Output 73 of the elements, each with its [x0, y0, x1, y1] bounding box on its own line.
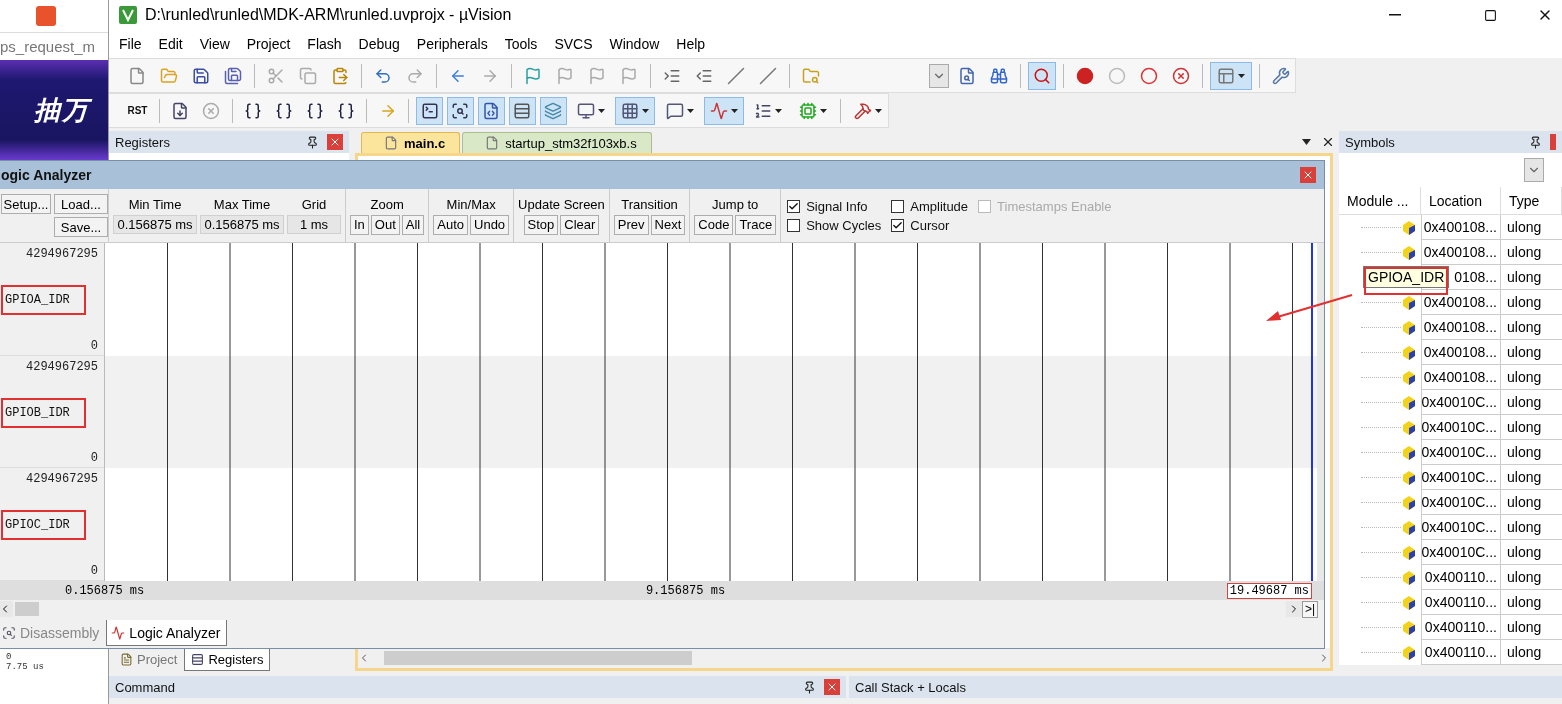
- max-value: 4294967295: [26, 359, 98, 374]
- checkbox-option[interactable]: Cursor: [891, 217, 969, 233]
- readout-label: Grid: [301, 197, 327, 212]
- signal-name[interactable]: GPIOB_IDR: [1, 397, 86, 428]
- column-header[interactable]: Module ...: [1339, 187, 1421, 214]
- panel-title: Call Stack + Locals: [855, 679, 967, 695]
- tool-button[interactable]: Auto: [433, 214, 468, 235]
- reset-button[interactable]: RST: [123, 96, 152, 125]
- menu-item[interactable]: View: [199, 36, 230, 52]
- menu-item[interactable]: File: [119, 36, 142, 52]
- column-header[interactable]: Type: [1501, 187, 1562, 214]
- tool-button[interactable]: Stop: [523, 214, 559, 235]
- readout-value: 0.156875 ms: [200, 215, 284, 234]
- table-cell: ulong: [1501, 640, 1562, 665]
- max-value: 4294967295: [26, 247, 98, 261]
- address-text: ps_request_m: [0, 37, 97, 57]
- panel-title: Symbols: [1345, 134, 1396, 150]
- menu-item[interactable]: Peripherals: [416, 36, 488, 52]
- setup-button[interactable]: Setup...: [1, 194, 51, 214]
- column-header[interactable]: Location: [1421, 187, 1501, 214]
- window-title: D:\runled\runled\MDK-ARM\runled.uvprojx - µVision: [145, 6, 512, 24]
- load-button[interactable]: Load...: [54, 194, 108, 214]
- max-value: 4294967295: [26, 472, 98, 487]
- value-text: 0: [6, 652, 13, 662]
- min-value: 0: [90, 564, 98, 578]
- axis-label: 0.156875 ms: [65, 583, 145, 598]
- min-value: 0: [90, 451, 98, 466]
- menu-item[interactable]: Tools: [504, 36, 538, 52]
- table-cell: 0x400110...: [1421, 640, 1501, 665]
- tool-button[interactable]: In: [350, 214, 369, 235]
- save-button[interactable]: Save...: [54, 217, 108, 237]
- signal-name[interactable]: GPIOA_IDR: [1, 284, 86, 315]
- menu-item[interactable]: Window: [609, 36, 660, 52]
- menu-item[interactable]: Help: [676, 36, 706, 52]
- signal-name[interactable]: GPIOC_IDR: [1, 510, 86, 541]
- tool-button[interactable]: Trace: [735, 214, 777, 235]
- tool-button[interactable]: All: [401, 214, 425, 235]
- panel-title: Command: [115, 679, 176, 695]
- menu-item[interactable]: Debug: [358, 36, 400, 52]
- axis-label: 9.156875 ms: [645, 583, 726, 598]
- window-tab[interactable]: Logic Analyzer: [106, 620, 228, 646]
- tool-button[interactable]: Out: [370, 214, 400, 235]
- tool-button[interactable]: Code: [694, 214, 734, 235]
- group-label: Min/Max: [446, 196, 496, 212]
- tool-button[interactable]: Undo: [470, 214, 510, 235]
- checkbox-option[interactable]: Amplitude: [891, 198, 969, 214]
- checkbox-option[interactable]: Show Cycles: [787, 217, 882, 233]
- readout-label: Max Time: [213, 197, 271, 212]
- menu-item[interactable]: Project: [246, 36, 291, 52]
- tool-button[interactable]: Prev: [613, 214, 649, 235]
- menu-item[interactable]: Flash: [307, 36, 342, 52]
- editor-tab[interactable]: main.c: [361, 132, 461, 153]
- menu-item[interactable]: SVCS: [554, 36, 593, 52]
- tool-button[interactable]: Clear: [560, 214, 600, 235]
- group-label: Zoom: [370, 196, 404, 212]
- panel-tab[interactable]: Project: [113, 649, 185, 671]
- group-label: Update Screen: [518, 196, 605, 212]
- panel-title: Registers: [115, 134, 171, 150]
- group-label: Jump to: [712, 196, 759, 212]
- menu-item[interactable]: Edit: [158, 36, 183, 52]
- readout-value: 1 ms: [287, 215, 341, 234]
- axis-label: 19.49687 ms: [1226, 582, 1312, 599]
- readout-value: 0.156875 ms: [113, 215, 197, 234]
- banner: 抽万: [0, 60, 108, 160]
- tool-button[interactable]: Next: [650, 214, 686, 235]
- checkbox-option[interactable]: Signal Info: [787, 198, 882, 214]
- min-value: 0: [90, 338, 98, 353]
- value-text: 7.75 us: [6, 662, 45, 672]
- readout-label: Min Time: [128, 197, 182, 212]
- panel-tab[interactable]: Registers: [184, 649, 271, 671]
- group-label: Transition: [621, 196, 678, 212]
- window-title: ogic Analyzer: [1, 167, 92, 183]
- editor-tab[interactable]: startup_stm32f103xb.s: [462, 132, 652, 153]
